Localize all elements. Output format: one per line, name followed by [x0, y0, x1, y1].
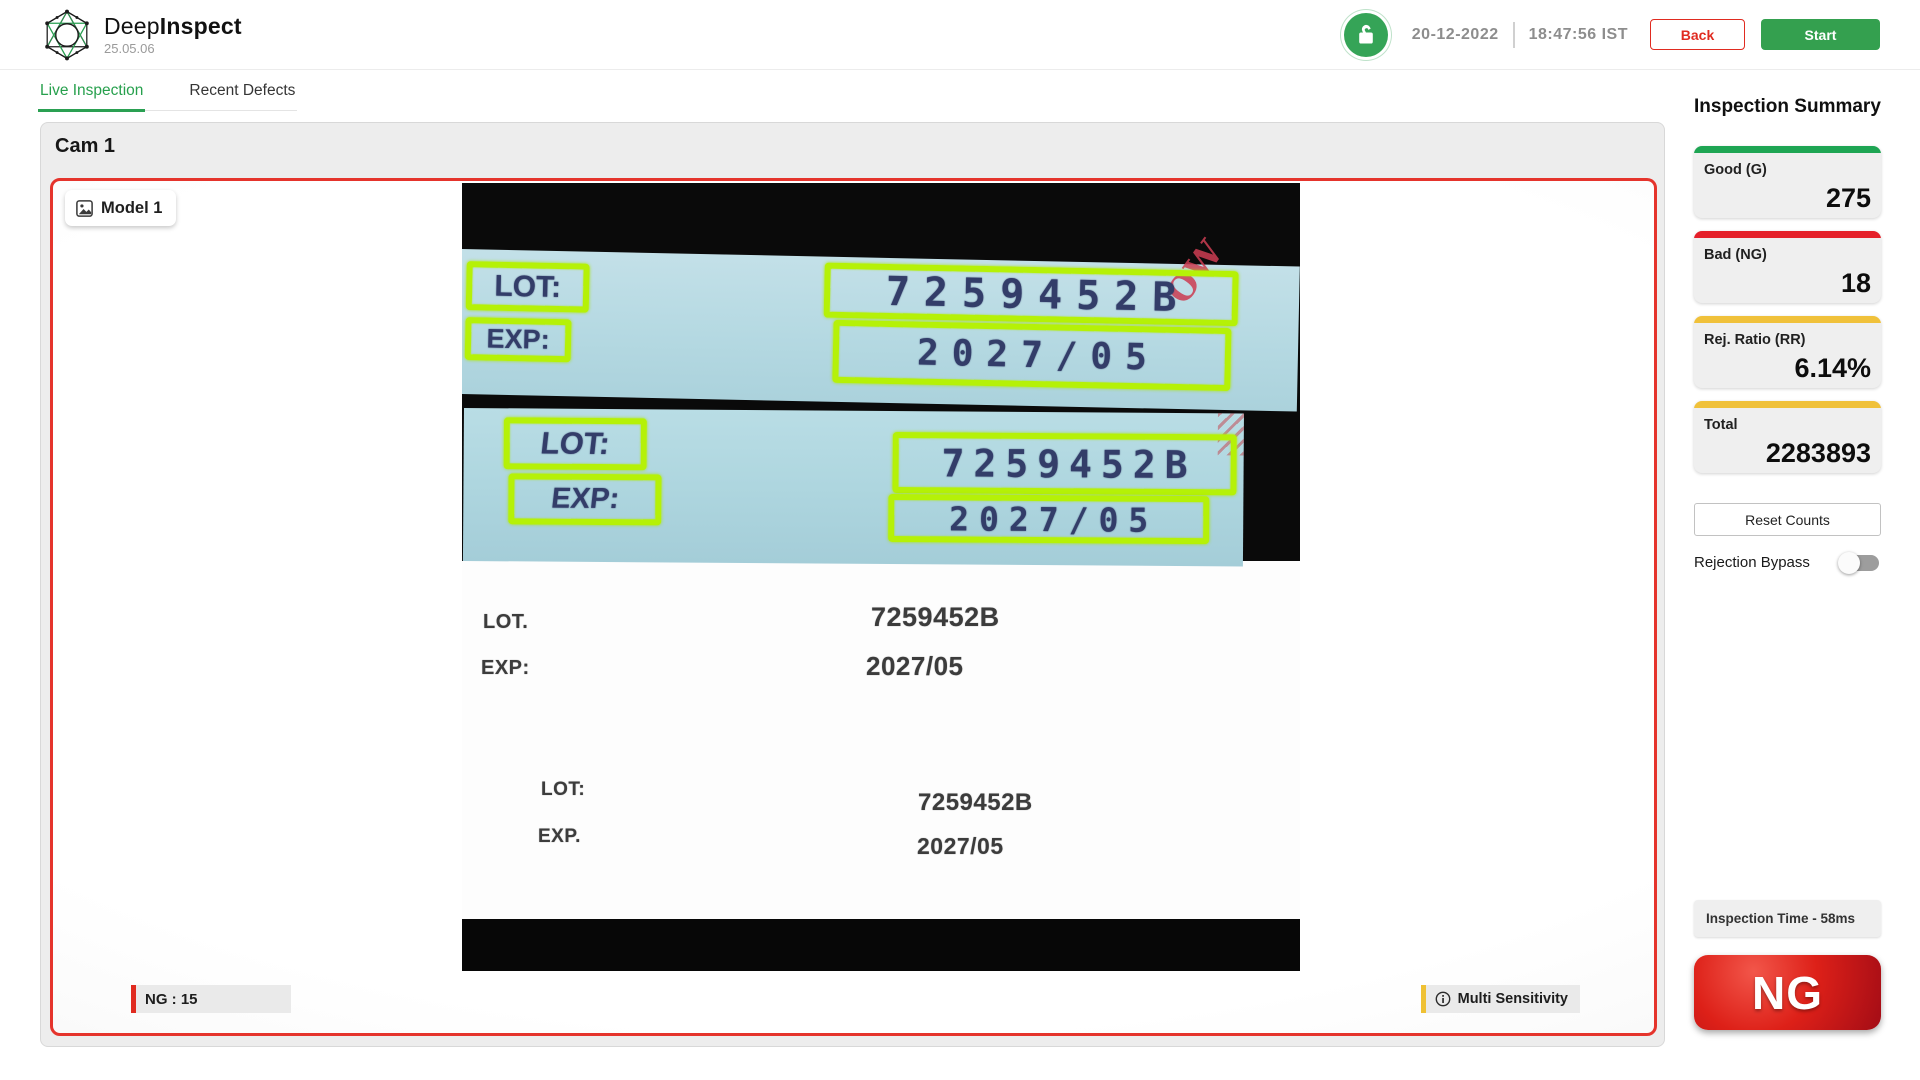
- tab-live-inspection[interactable]: Live Inspection: [38, 76, 145, 112]
- inspection-summary-sidebar: Inspection Summary Good (G) 275 Bad (NG)…: [1694, 96, 1881, 571]
- model-chip[interactable]: Model 1: [65, 190, 176, 226]
- stat-bar-bad: [1694, 231, 1881, 238]
- stat-value: 2283893: [1766, 438, 1871, 469]
- header-right-cluster: 20-12-2022 18:47:56 IST Back Start: [1344, 13, 1880, 57]
- print-lot-value: 7259452B: [918, 789, 1033, 817]
- lot-label-text: LOT:: [539, 426, 612, 462]
- print-exp-label: EXP.: [538, 826, 581, 848]
- reset-counts-button[interactable]: Reset Counts: [1694, 503, 1881, 536]
- detection-box-lot-label: LOT:: [504, 417, 647, 470]
- stat-card-bad: Bad (NG) 18: [1694, 231, 1881, 303]
- stat-bar-rr: [1694, 316, 1881, 323]
- detection-box-lot-value: 7259452B: [824, 263, 1239, 327]
- detection-box-lot-label: LOT:: [466, 261, 590, 313]
- header-date: 20-12-2022: [1412, 26, 1499, 44]
- inspection-image: OW LOT: 7259452B EXP: 2027/05: [462, 183, 1300, 971]
- app-title: DeepInspect: [104, 13, 242, 40]
- image-black-region-bottom: [462, 919, 1300, 971]
- stat-card-total: Total 2283893: [1694, 401, 1881, 473]
- stat-value: 275: [1826, 183, 1871, 214]
- label-strip-top: OW LOT: 7259452B EXP: 2027/05: [462, 249, 1300, 412]
- stat-label: Total: [1704, 417, 1881, 433]
- exp-label-text: EXP:: [549, 483, 620, 516]
- camera-panel: Cam 1 Model 1 OW LOT:: [40, 122, 1665, 1047]
- detection-box-exp-value: 2027/05: [888, 494, 1209, 544]
- print-exp-value: 2027/05: [866, 651, 963, 682]
- stat-bar-total: [1694, 401, 1881, 408]
- summary-title: Inspection Summary: [1694, 96, 1881, 118]
- lot-value-text: 7259452B: [885, 268, 1191, 320]
- app-title-bold: Inspect: [160, 13, 242, 39]
- stat-label: Good (G): [1704, 162, 1881, 178]
- app-version: 25.05.06: [104, 41, 242, 56]
- app-header: DeepInspect 25.05.06 20-12-2022 18:47:56…: [0, 0, 1920, 70]
- lot-value-text: 7259452B: [941, 441, 1196, 487]
- start-button[interactable]: Start: [1761, 19, 1880, 50]
- app-window: DeepInspect 25.05.06 20-12-2022 18:47:56…: [0, 0, 1920, 1080]
- toggle-knob: [1838, 552, 1860, 574]
- detection-box-exp-label: EXP:: [465, 317, 572, 362]
- stat-label: Bad (NG): [1704, 247, 1881, 263]
- exp-value-text: 2027/05: [949, 499, 1158, 539]
- print-lot-value: 7259452B: [871, 602, 1000, 633]
- unlock-status-icon[interactable]: [1344, 13, 1388, 57]
- result-status-indicator: NG: [1694, 955, 1881, 1030]
- brand-block: DeepInspect 25.05.06: [104, 13, 242, 56]
- detection-box-exp-label: EXP:: [508, 473, 661, 525]
- deepinspect-logo-icon: [40, 8, 94, 62]
- main-tabs: Live Inspection Recent Defects: [38, 76, 297, 111]
- ng-count-badge: NG : 15: [131, 985, 291, 1013]
- app-title-regular: Deep: [104, 13, 160, 39]
- stat-card-good: Good (G) 275: [1694, 146, 1881, 218]
- print-lot-label: LOT.: [483, 611, 528, 634]
- ng-count-text: NG : 15: [145, 991, 198, 1008]
- exp-value-text: 2027/05: [917, 333, 1161, 379]
- stat-value: 6.14%: [1794, 353, 1871, 384]
- stat-label: Rej. Ratio (RR): [1704, 332, 1881, 348]
- print-exp-value: 2027/05: [917, 833, 1004, 860]
- multi-sensitivity-badge[interactable]: Multi Sensitivity: [1421, 985, 1580, 1013]
- tab-recent-defects[interactable]: Recent Defects: [187, 76, 297, 112]
- multi-sensitivity-text: Multi Sensitivity: [1458, 991, 1568, 1007]
- stat-card-rejection-ratio: Rej. Ratio (RR) 6.14%: [1694, 316, 1881, 388]
- rejection-bypass-toggle[interactable]: [1841, 555, 1879, 571]
- stat-bar-good: [1694, 146, 1881, 153]
- stat-value: 18: [1841, 268, 1871, 299]
- label-strip-middle: LOT: 7259452B EXP: 2027/05: [463, 408, 1244, 566]
- header-divider: [1513, 22, 1515, 48]
- camera-title: Cam 1: [55, 135, 115, 158]
- lot-label-text: LOT:: [494, 269, 561, 304]
- image-icon: [75, 199, 94, 218]
- rejection-bypass-row: Rejection Bypass: [1694, 554, 1881, 571]
- exp-label-text: EXP:: [486, 324, 550, 356]
- rejection-bypass-label: Rejection Bypass: [1694, 554, 1810, 571]
- back-button[interactable]: Back: [1650, 19, 1745, 50]
- detection-box-lot-value: 7259452B: [892, 432, 1236, 495]
- print-lot-label: LOT:: [541, 779, 585, 801]
- detection-box-exp-value: 2027/05: [832, 320, 1231, 391]
- model-chip-label: Model 1: [101, 199, 162, 218]
- header-time: 18:47:56 IST: [1529, 26, 1628, 44]
- inspection-time-card: Inspection Time - 58ms: [1694, 900, 1881, 937]
- camera-viewer: Model 1 OW LOT: 7259452B EXP:: [50, 178, 1657, 1036]
- print-exp-label: EXP:: [481, 657, 530, 680]
- info-icon: [1435, 991, 1451, 1007]
